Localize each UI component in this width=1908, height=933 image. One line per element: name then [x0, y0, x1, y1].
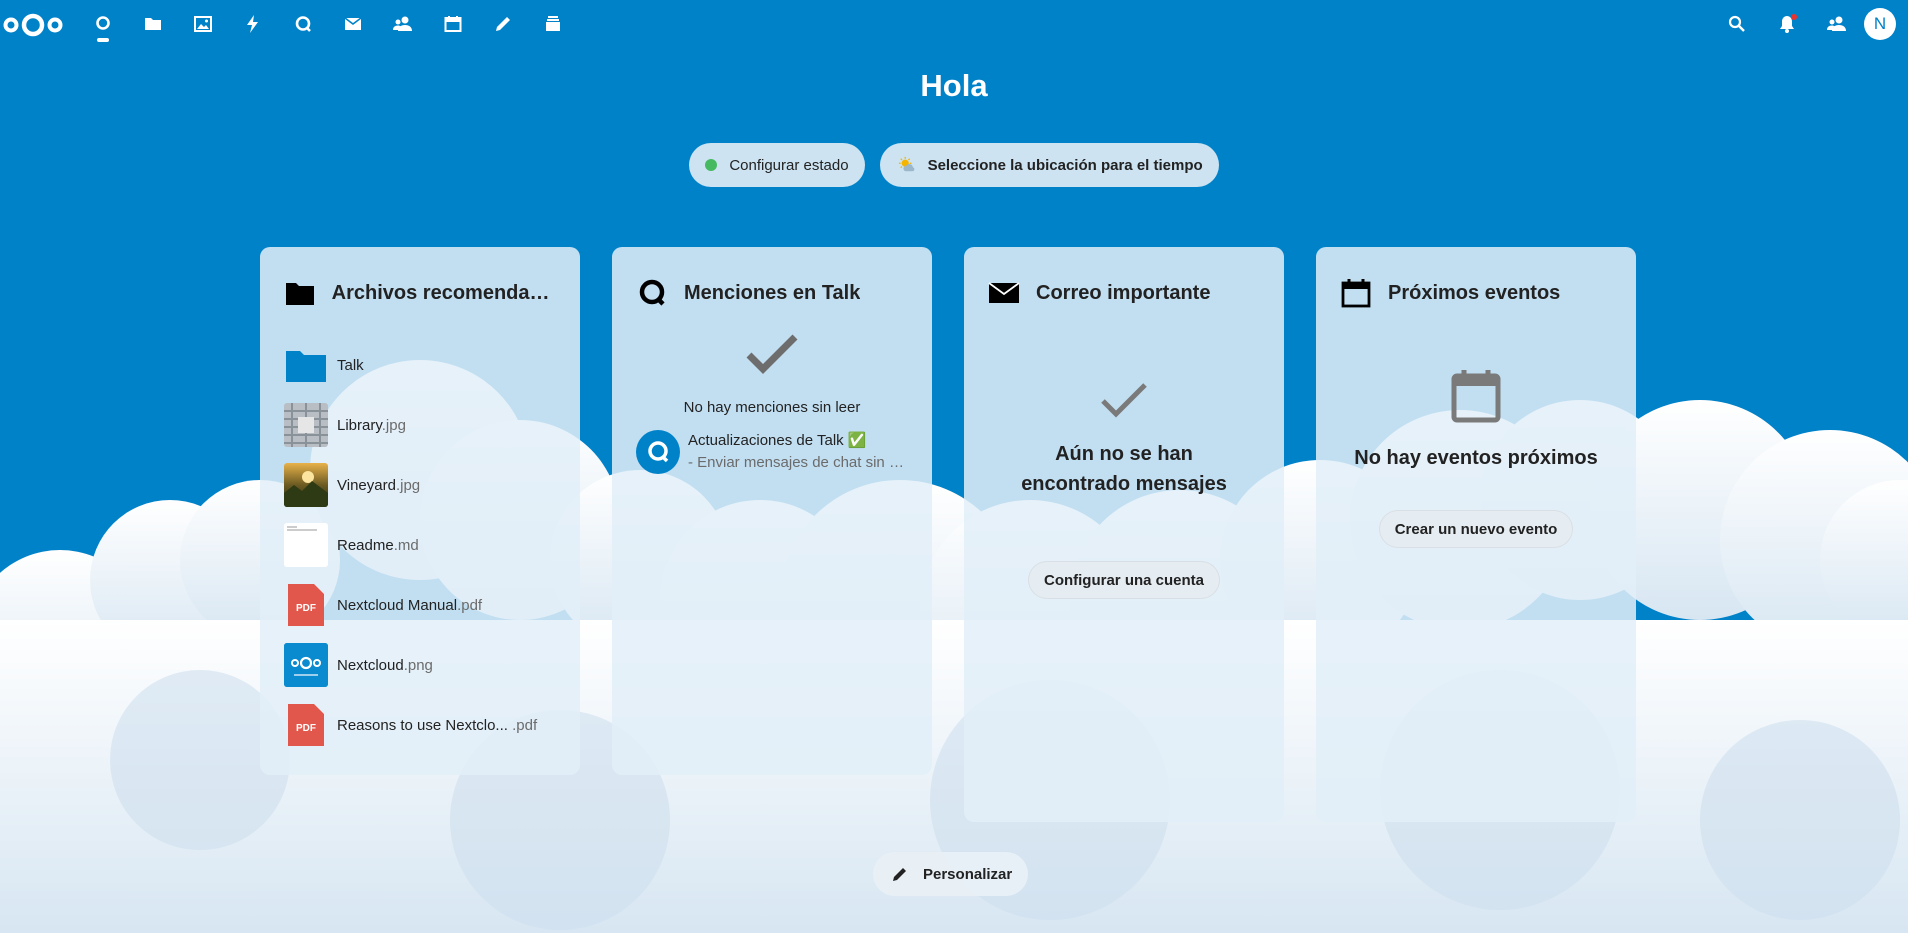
talk-icon [636, 277, 668, 309]
empty-mentions-text: No hay menciones sin leer [683, 399, 861, 416]
contacts-menu-button[interactable] [1812, 0, 1862, 48]
talk-conversation-item[interactable]: Actualizaciones de Talk ✅ - Enviar mensa… [612, 430, 932, 474]
panel-title: Menciones en Talk [684, 281, 861, 304]
mail-icon [988, 277, 1020, 309]
deck-icon [546, 16, 560, 31]
setup-account-button[interactable]: Configurar una cuenta [1027, 561, 1220, 599]
status-row: Configurar estado Seleccione la ubicació… [0, 143, 1908, 187]
pdf-icon: PDF [284, 703, 328, 747]
nav-photos[interactable] [178, 0, 228, 48]
calendar-empty-icon [1451, 370, 1501, 423]
list-item[interactable]: PDF Nextcloud Manual.pdf [284, 575, 556, 635]
list-item[interactable]: Readme.md [284, 515, 556, 575]
unified-search-button[interactable] [1712, 0, 1762, 48]
personalize-button[interactable]: Personalizar [873, 852, 1029, 896]
image-thumbnail [284, 403, 328, 447]
conversation-title: Actualizaciones de Talk ✅ [688, 432, 867, 449]
online-status-icon [705, 159, 718, 171]
panel-recommended-files: Archivos recomendad... Talk Library.jpg … [260, 247, 580, 775]
nav-notes[interactable] [478, 0, 528, 48]
nav-contacts[interactable] [378, 0, 428, 48]
app-navigation [78, 0, 578, 48]
svg-text:PDF: PDF [296, 603, 316, 614]
top-bar: N [0, 0, 1908, 48]
nav-calendar[interactable] [428, 0, 478, 48]
set-status-button[interactable]: Configurar estado [689, 143, 865, 187]
talk-avatar [636, 430, 680, 474]
calendar-icon [444, 16, 462, 32]
weather-label: Seleccione la ubicación para el tiempo [927, 156, 1203, 174]
search-icon [1728, 15, 1745, 32]
list-item[interactable]: Library.jpg [284, 395, 556, 455]
list-item[interactable]: PDF Reasons to use Nextclo... .pdf [284, 695, 556, 755]
dashboard-icon [96, 16, 110, 30]
notification-badge [1791, 14, 1797, 20]
notes-icon [496, 17, 510, 31]
nav-talk[interactable] [278, 0, 328, 48]
file-name: Readme.md [337, 536, 419, 554]
image-thumbnail [284, 463, 328, 507]
nav-dashboard[interactable] [78, 0, 128, 48]
check-icon [746, 334, 798, 374]
weather-icon [898, 156, 914, 172]
header-right: N [1712, 0, 1896, 48]
panel-upcoming-events: Próximos eventos No hay eventos próximos… [1316, 247, 1636, 822]
nav-deck[interactable] [528, 0, 578, 48]
file-name: Vineyard.jpg [337, 476, 421, 494]
file-name: Reasons to use Nextclo... .pdf [337, 716, 538, 734]
file-name: Nextcloud.png [337, 656, 433, 674]
check-icon [1101, 383, 1147, 418]
nav-files[interactable] [128, 0, 178, 48]
panel-title: Próximos eventos [1388, 281, 1561, 304]
calendar-icon [1340, 277, 1372, 309]
create-event-button[interactable]: Crear un nuevo evento [1378, 510, 1574, 548]
panel-title: Correo importante [1036, 281, 1211, 304]
files-icon [145, 18, 161, 30]
contacts-icon [1827, 16, 1846, 31]
folder-icon [284, 277, 316, 309]
image-thumbnail [284, 643, 328, 687]
file-name: Nextcloud Manual.pdf [337, 596, 483, 614]
file-list: Talk Library.jpg Vineyard.jpg Readme.md [260, 335, 580, 755]
talk-icon [295, 16, 311, 32]
nav-mail[interactable] [328, 0, 378, 48]
mail-icon [344, 17, 362, 30]
panel-talk-mentions: Menciones en Talk No hay menciones sin l… [612, 247, 932, 775]
file-name: Library.jpg [337, 416, 406, 434]
greeting-title: Hola [920, 68, 988, 103]
svg-text:PDF: PDF [296, 723, 316, 734]
folder-icon [284, 343, 328, 387]
set-status-label: Configurar estado [729, 156, 849, 174]
list-item[interactable]: Vineyard.jpg [284, 455, 556, 515]
document-thumbnail [284, 523, 328, 567]
panel-important-mail: Correo importante Aún no se han encontra… [964, 247, 1284, 822]
file-name: Talk [337, 356, 364, 374]
empty-mail-text: Aún no se han encontrado mensajes [1021, 443, 1227, 495]
weather-location-button[interactable]: Seleccione la ubicación para el tiempo [879, 143, 1219, 187]
user-avatar[interactable]: N [1864, 8, 1896, 40]
empty-events-text: No hay eventos próximos [1354, 447, 1598, 469]
nav-activity[interactable] [228, 0, 278, 48]
notifications-button[interactable] [1762, 0, 1812, 48]
list-item[interactable]: Talk [284, 335, 556, 395]
nextcloud-logo-icon[interactable] [2, 10, 64, 40]
activity-icon [247, 15, 258, 33]
photos-icon [194, 16, 212, 32]
pencil-icon [893, 868, 906, 881]
conversation-preview: - Enviar mensajes de chat sin n... [688, 454, 908, 471]
pdf-icon: PDF [284, 583, 328, 627]
contacts-icon [393, 16, 412, 31]
dashboard-panels: Archivos recomendad... Talk Library.jpg … [260, 247, 1636, 822]
personalize-label: Personalizar [923, 865, 1013, 883]
list-item[interactable]: Nextcloud.png [284, 635, 556, 695]
panel-title: Archivos recomendad... [331, 281, 556, 304]
